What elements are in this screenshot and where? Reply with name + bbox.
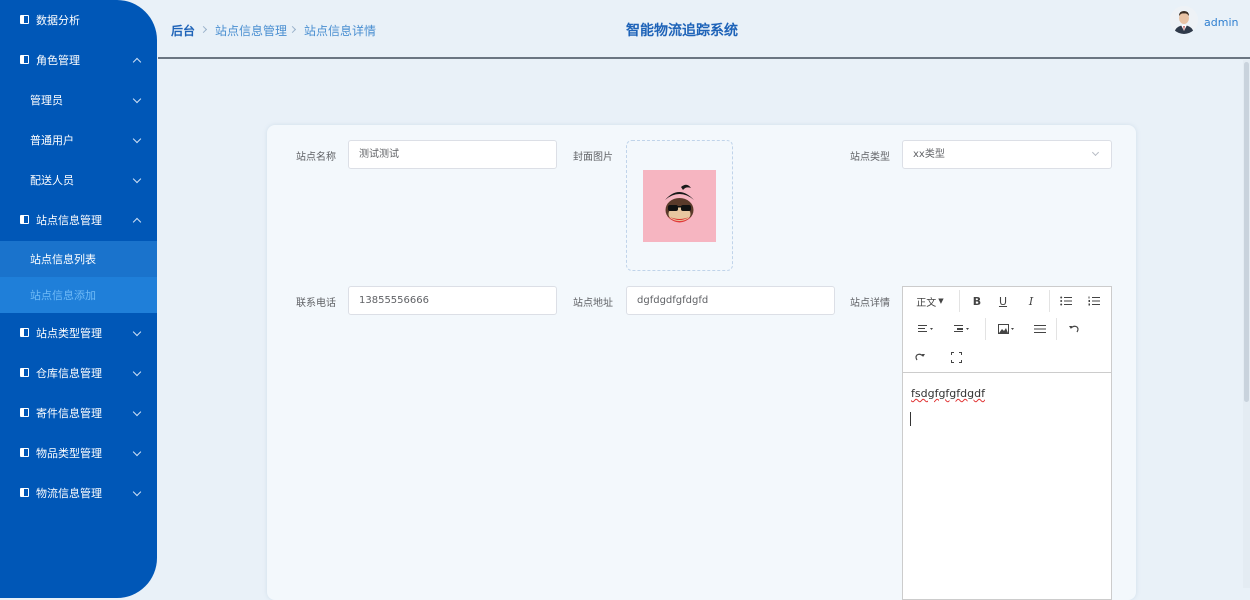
chevron-down-icon [132, 94, 142, 104]
menu-courier[interactable]: 配送人员 [0, 160, 157, 200]
underline-icon[interactable]: U [992, 290, 1014, 312]
station-type-value: xx类型 [913, 149, 945, 160]
menu-label: 物流信息管理 [36, 487, 102, 500]
menu-station-management[interactable]: 站点信息管理 [0, 200, 157, 240]
menu-icon [20, 408, 29, 417]
cover-image-label: 封面图片 [573, 152, 613, 163]
station-detail-label: 站点详情 [850, 298, 890, 309]
chevron-down-icon [132, 447, 142, 457]
toolbar-divider [985, 318, 986, 340]
toolbar-divider [1056, 318, 1057, 340]
chevron-up-icon [132, 217, 142, 227]
menu-logistics-management[interactable]: 物流信息管理 [0, 473, 157, 513]
menu-data-analysis[interactable]: 数据分析 [0, 0, 157, 40]
menu-station-list[interactable]: 站点信息列表 [0, 241, 157, 277]
chevron-down-icon [132, 487, 142, 497]
editor-content[interactable]: fsdgfgfgfdgdf [911, 387, 985, 400]
redo-icon[interactable] [909, 346, 931, 368]
undo-icon[interactable] [1063, 318, 1085, 340]
chevron-down-icon [132, 407, 142, 417]
avatar[interactable] [1170, 6, 1198, 34]
chevron-down-icon [132, 134, 142, 144]
sidebar: 数据分析 角色管理 管理员 普通用户 配送人员 站点信息管理 站点信息列表 站点… [0, 0, 157, 598]
menu-item-type-management[interactable]: 物品类型管理 [0, 433, 157, 473]
scrollbar[interactable] [1243, 60, 1250, 588]
heading-select[interactable]: 正文 ▼ [913, 290, 947, 312]
menu-label: 角色管理 [36, 54, 80, 67]
menu-label: 寄件信息管理 [36, 407, 102, 420]
menu-label: 配送人员 [30, 174, 74, 187]
scrollbar-thumb[interactable] [1244, 62, 1249, 402]
chevron-down-icon [132, 367, 142, 377]
menu-role-management[interactable]: 角色管理 [0, 40, 157, 80]
menu-label: 物品类型管理 [36, 447, 102, 460]
menu-icon [20, 328, 29, 337]
address-input[interactable]: dgfdgdfgfdgfd [626, 286, 835, 315]
cover-image-upload[interactable] [626, 140, 733, 271]
page-title: 智能物流追踪系统 [626, 23, 738, 39]
address-label: 站点地址 [573, 298, 613, 309]
fullscreen-icon[interactable] [945, 346, 967, 368]
detail-editor[interactable]: 正文 ▼ B U I fsdgfgfgfdgdf [902, 286, 1112, 600]
menu-label: 站点信息管理 [36, 214, 102, 227]
menu-admin[interactable]: 管理员 [0, 80, 157, 120]
menu-icon [20, 15, 29, 24]
align-icon[interactable] [913, 318, 939, 340]
numbered-list-icon[interactable] [1083, 290, 1105, 312]
menu-label: 站点信息列表 [30, 253, 96, 266]
bullet-list-icon[interactable] [1055, 290, 1077, 312]
menu-label: 站点信息添加 [30, 289, 96, 302]
chevron-down-icon [132, 174, 142, 184]
user-name[interactable]: admin [1204, 16, 1238, 29]
menu-station-add[interactable]: 站点信息添加 [0, 277, 157, 313]
menu-warehouse-management[interactable]: 仓库信息管理 [0, 353, 157, 393]
menu-label: 普通用户 [30, 134, 74, 147]
horizontal-rule-icon[interactable] [1029, 318, 1051, 340]
bold-icon[interactable]: B [966, 290, 988, 312]
chevron-up-icon [132, 57, 142, 67]
heading-select-value: 正文 [916, 297, 937, 309]
menu-label: 仓库信息管理 [36, 367, 102, 380]
chevron-down-icon [132, 327, 142, 337]
station-name-label: 站点名称 [296, 152, 336, 163]
phone-label: 联系电话 [296, 298, 336, 309]
menu-label: 数据分析 [36, 14, 80, 27]
editor-toolbar: 正文 ▼ B U I [903, 287, 1111, 373]
breadcrumb-station-detail: 站点信息详情 [304, 24, 377, 38]
toolbar-divider [959, 290, 960, 312]
text-caret [910, 412, 911, 426]
top-header: 后台 站点信息管理 站点信息详情 智能物流追踪系统 admin [158, 0, 1250, 59]
menu-icon [20, 55, 29, 64]
menu-icon [20, 488, 29, 497]
station-type-select[interactable]: xx类型 [902, 140, 1112, 169]
station-type-label: 站点类型 [850, 152, 890, 163]
menu-label: 管理员 [30, 94, 63, 107]
italic-icon[interactable]: I [1020, 290, 1042, 312]
menu-icon [20, 215, 29, 224]
menu-icon [20, 448, 29, 457]
menu-shipment-management[interactable]: 寄件信息管理 [0, 393, 157, 433]
chevron-right-icon [199, 25, 208, 34]
caret-down-icon: ▼ [938, 297, 944, 305]
menu-icon [20, 368, 29, 377]
chevron-down-icon [1091, 148, 1100, 157]
menu-station-type-management[interactable]: 站点类型管理 [0, 313, 157, 353]
indent-icon[interactable] [949, 318, 975, 340]
cover-image [643, 170, 716, 242]
phone-input[interactable]: 13855556666 [348, 286, 557, 315]
chevron-right-icon [288, 25, 297, 34]
image-icon[interactable] [994, 318, 1020, 340]
breadcrumb-root[interactable]: 后台 [171, 22, 195, 39]
menu-label: 站点类型管理 [36, 327, 102, 340]
menu-normal-user[interactable]: 普通用户 [0, 120, 157, 160]
toolbar-divider [1049, 290, 1050, 312]
station-name-input[interactable]: 测试测试 [348, 140, 557, 169]
breadcrumb-station-management[interactable]: 站点信息管理 [215, 22, 287, 39]
